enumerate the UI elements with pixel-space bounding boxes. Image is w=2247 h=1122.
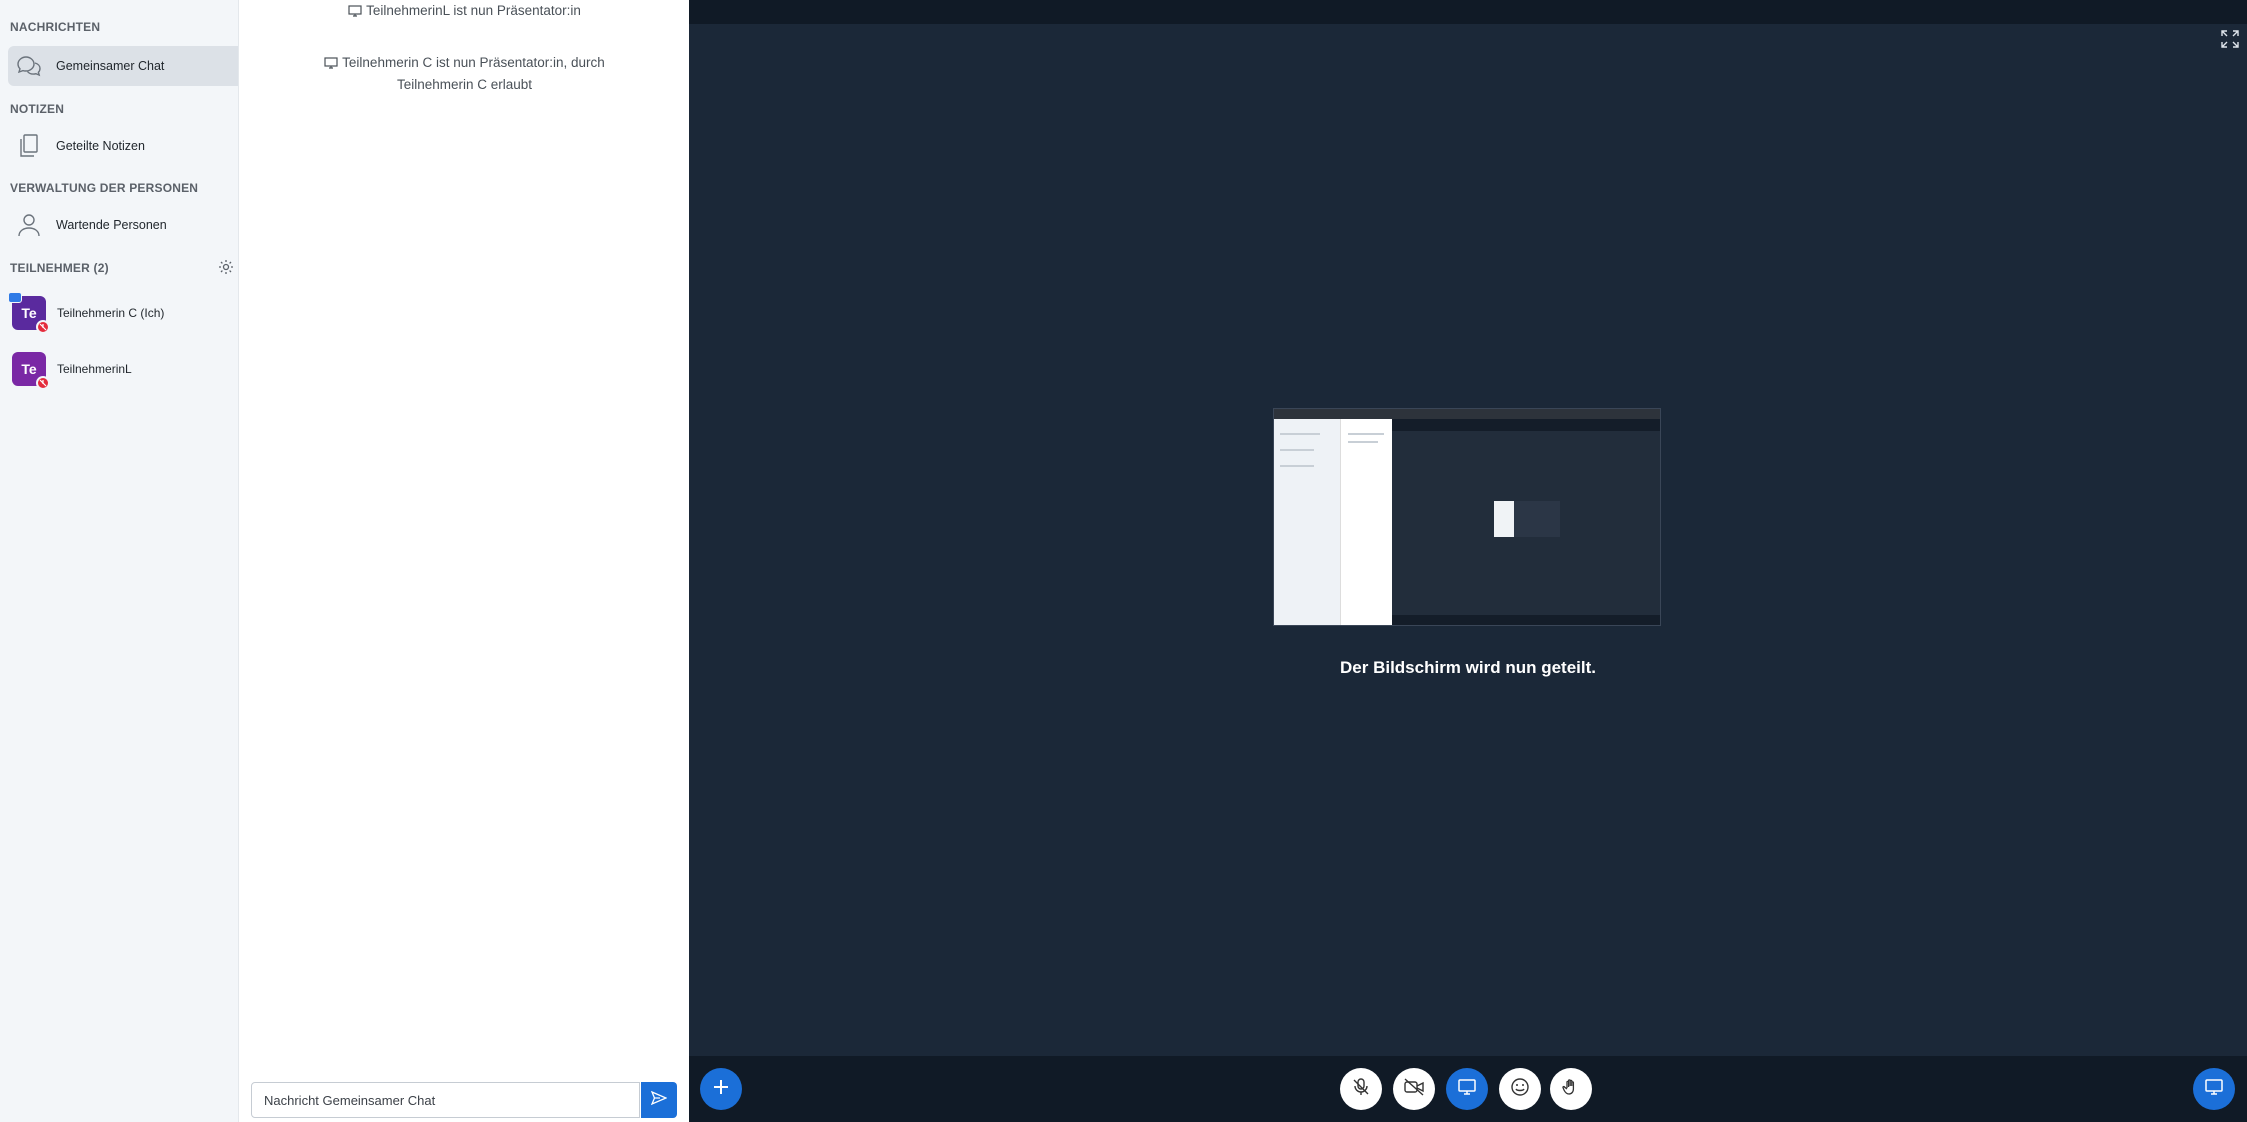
monitor-icon <box>324 55 338 75</box>
monitor-icon <box>348 3 362 23</box>
send-icon <box>650 1090 668 1111</box>
chat-panel: TeilnehmerinL ist nun Präsentator:in Tei… <box>240 0 689 1122</box>
raise-hand-button[interactable] <box>1550 1068 1592 1110</box>
notes-heading: NOTIZEN <box>10 102 65 116</box>
avatar: Te <box>8 292 50 334</box>
actions-button[interactable] <box>700 1068 742 1110</box>
camera-off-icon <box>1403 1077 1425 1101</box>
sidebar: NACHRICHTEN Gemeinsamer Chat NOTIZEN Get… <box>0 0 239 1122</box>
user-name: TeilnehmerinL <box>57 362 132 376</box>
presenter-icon <box>8 292 22 303</box>
top-bar <box>689 0 2247 24</box>
person-icon <box>14 210 44 240</box>
messages-heading: NACHRICHTEN <box>10 20 101 34</box>
sidebar-item-shared-notes[interactable]: Geteilte Notizen <box>8 126 238 166</box>
sidebar-item-waiting-users[interactable]: Wartende Personen <box>8 205 238 245</box>
muted-mic-icon <box>36 320 50 334</box>
public-chat-label: Gemeinsamer Chat <box>56 59 165 73</box>
chat-system-message: TeilnehmerinL ist nun Präsentator:in <box>240 1 689 23</box>
screenshare-status: Der Bildschirm wird nun geteilt. <box>1340 658 1596 677</box>
muted-microphone-icon <box>1351 1077 1371 1102</box>
fullscreen-icon[interactable] <box>2221 30 2239 48</box>
screenshare-preview <box>1273 408 1661 626</box>
user-name: Teilnehmerin C (Ich) <box>57 306 165 320</box>
user-list-item[interactable]: Te Teilnehmerin C (Ich) <box>8 292 232 334</box>
chat-message-input[interactable] <box>251 1082 640 1118</box>
monitor-icon <box>2205 1078 2223 1100</box>
camera-button[interactable] <box>1393 1068 1435 1110</box>
presentation-toggle-button[interactable] <box>2193 1068 2235 1110</box>
sidebar-item-public-chat[interactable]: Gemeinsamer Chat <box>8 46 238 86</box>
people-heading: VERWALTUNG DER PERSONEN <box>10 181 199 195</box>
muted-mic-icon <box>36 376 50 390</box>
action-bar <box>689 1056 2247 1122</box>
reactions-button[interactable] <box>1499 1068 1541 1110</box>
waiting-users-label: Wartende Personen <box>56 218 167 232</box>
gear-icon[interactable] <box>218 259 234 275</box>
presentation-area: Der Bildschirm wird nun geteilt. <box>689 0 2247 1122</box>
app: NACHRICHTEN Gemeinsamer Chat NOTIZEN Get… <box>0 0 2247 1122</box>
shared-notes-label: Geteilte Notizen <box>56 139 145 153</box>
mute-microphone-button[interactable] <box>1340 1068 1382 1110</box>
notes-icon <box>14 131 44 161</box>
screenshare-button[interactable] <box>1446 1068 1488 1110</box>
chat-bubbles-icon <box>14 51 44 81</box>
user-list-item[interactable]: Te TeilnehmerinL <box>12 349 232 390</box>
plus-icon <box>712 1078 730 1101</box>
monitor-icon <box>1458 1078 1476 1100</box>
smiley-icon <box>1510 1077 1530 1102</box>
hand-icon <box>1561 1077 1581 1102</box>
avatar: Te <box>12 352 50 390</box>
send-message-button[interactable] <box>641 1082 677 1118</box>
participants-heading: TEILNEHMER (2) <box>10 261 109 275</box>
chat-system-message: Teilnehmerin C ist nun Präsentator:in, d… <box>240 53 689 95</box>
